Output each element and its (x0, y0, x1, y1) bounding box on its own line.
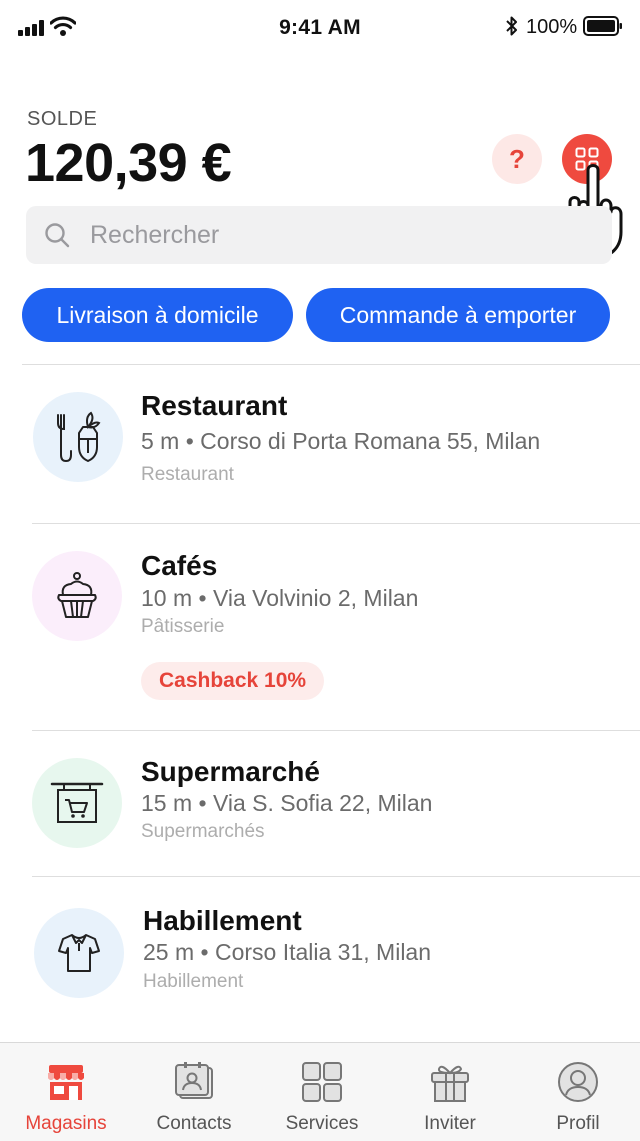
store-name: Supermarché (141, 756, 320, 787)
store-icon (48, 1065, 84, 1100)
tab-profil[interactable]: Profil (514, 1043, 640, 1141)
tab-label: Magasins (25, 1113, 107, 1134)
restaurant-icon (57, 411, 101, 463)
store-category: Pâtisserie (141, 616, 225, 637)
store-category: Restaurant (141, 464, 234, 485)
balance-label: SOLDE (27, 108, 98, 130)
store-address: 5 m • Corso di Porta Romana 55, Milan (141, 428, 541, 454)
store-address: 25 m • Corso Italia 31, Milan (143, 939, 432, 965)
store-address: 15 m • Via S. Sofia 22, Milan (141, 790, 433, 816)
tab-label: Profil (556, 1113, 600, 1134)
store-name: Habillement (143, 905, 302, 936)
store-icon-circle (33, 392, 123, 482)
store-category: Habillement (143, 971, 244, 992)
delivery-filter-button[interactable]: Livraison à domicile (22, 288, 293, 342)
bluetooth-icon (506, 16, 517, 36)
tab-label: Contacts (156, 1113, 232, 1134)
status-bar: 9:41 AM 100% (0, 0, 640, 56)
tab-inviter[interactable]: Inviter (386, 1043, 514, 1141)
tab-label: Services (285, 1113, 359, 1134)
shirt-icon (58, 934, 100, 972)
search-icon (44, 222, 70, 248)
battery-icon (583, 16, 622, 36)
help-button[interactable]: ? (492, 134, 542, 184)
store-name: Cafés (141, 550, 218, 581)
store-list-item[interactable]: Habillement 25 m • Corso Italia 31, Mila… (0, 877, 640, 1027)
store-list-item[interactable]: Cafés 10 m • Via Volvinio 2, Milan Pâtis… (0, 524, 640, 729)
contacts-icon (175, 1062, 213, 1099)
store-list-item[interactable]: Restaurant 5 m • Corso di Porta Romana 5… (0, 365, 640, 523)
tab-magasins[interactable]: Magasins (2, 1043, 130, 1141)
tab-services[interactable]: Services (258, 1043, 386, 1141)
balance-amount: 120,39 € (25, 133, 232, 193)
store-address: 10 m • Via Volvinio 2, Milan (141, 585, 419, 611)
battery-percent: 100% (526, 16, 578, 38)
search-input[interactable] (88, 219, 572, 251)
cupcake-icon (57, 572, 97, 618)
tab-bar: Magasins Contacts Services Inviter Profi… (0, 1042, 640, 1141)
takeaway-filter-button[interactable]: Commande à emporter (306, 288, 610, 342)
services-grid-icon (302, 1062, 342, 1102)
gift-icon (431, 1065, 469, 1102)
tab-label: Inviter (424, 1113, 476, 1134)
store-icon-circle (32, 551, 122, 641)
store-icon-circle (32, 758, 122, 848)
cashback-badge: Cashback 10% (141, 662, 325, 700)
store-name: Restaurant (141, 390, 288, 421)
store-category: Supermarchés (141, 821, 265, 842)
store-icon-circle (34, 908, 124, 998)
profile-icon (558, 1062, 598, 1102)
question-icon: ? (509, 143, 525, 174)
store-list-item[interactable]: Supermarché 15 m • Via S. Sofia 22, Mila… (0, 731, 640, 876)
supermarket-icon (50, 782, 104, 823)
tab-contacts[interactable]: Contacts (130, 1043, 258, 1141)
search-bar[interactable] (26, 206, 612, 264)
